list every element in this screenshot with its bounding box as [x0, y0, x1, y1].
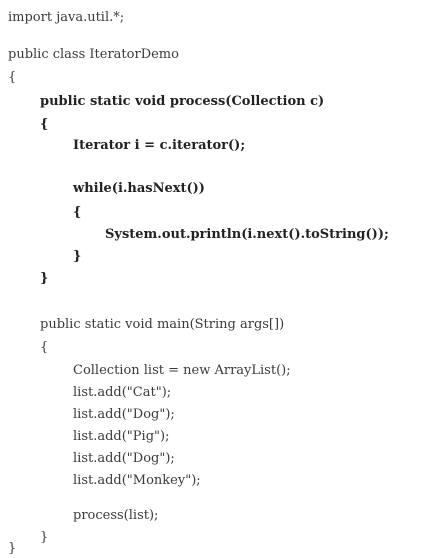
- code-line: {: [8, 70, 17, 85]
- code-line: list.add("Dog");: [73, 451, 175, 466]
- code-line: System.out.println(i.next().toString());: [105, 227, 389, 242]
- code-line: list.add("Dog");: [73, 407, 175, 422]
- code-line: process(list);: [73, 508, 159, 523]
- code-listing: import java.util.*; public class Iterato…: [0, 0, 431, 558]
- code-line: list.add("Monkey");: [73, 473, 201, 488]
- code-line: {: [40, 340, 49, 355]
- code-line: {: [40, 117, 49, 132]
- code-line: Collection list = new ArrayList();: [73, 363, 291, 378]
- code-line: public static void main(String args[]): [40, 317, 285, 332]
- code-line: Iterator i = c.iterator();: [73, 138, 246, 153]
- code-line: }: [40, 530, 49, 545]
- code-line: list.add("Pig");: [73, 429, 170, 444]
- code-line: }: [8, 541, 17, 556]
- code-line: }: [73, 249, 82, 264]
- code-line: while(i.hasNext()): [73, 181, 205, 196]
- code-line: import java.util.*;: [8, 10, 125, 25]
- code-line: }: [40, 271, 49, 286]
- code-line: public static void process(Collection c): [40, 94, 325, 109]
- code-line: public class IteratorDemo: [8, 47, 179, 62]
- code-line: list.add("Cat");: [73, 385, 172, 400]
- code-line: {: [73, 205, 82, 220]
